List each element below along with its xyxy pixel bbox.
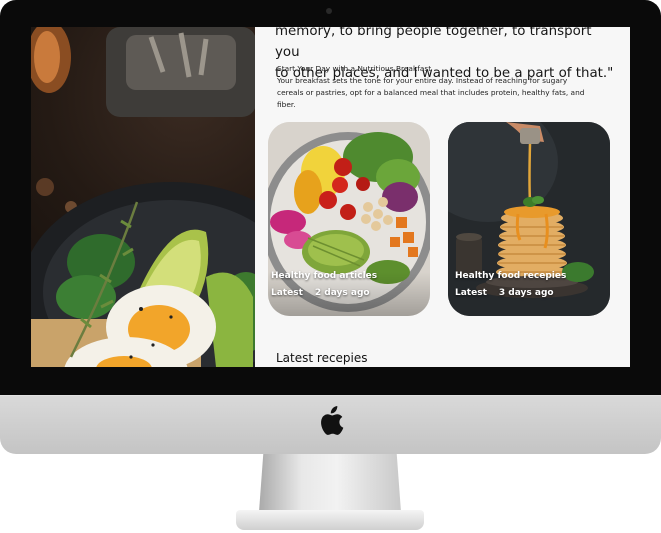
monitor-stand — [259, 454, 401, 512]
card-meta-time: 3 days ago — [498, 288, 554, 298]
card-healthy-food-articles[interactable]: Healthy food articles Latest 2 days ago — [268, 122, 430, 316]
card-meta-label: Latest — [271, 288, 303, 298]
apple-logo-icon — [321, 406, 344, 435]
avocado-egg-toast-image — [31, 27, 255, 367]
monitor-stand-base — [236, 510, 424, 530]
imac-device: memory, to bring people together, to tra… — [0, 0, 661, 533]
card-title: Healthy food recepies — [455, 271, 567, 281]
card-meta: Latest 3 days ago — [455, 288, 554, 298]
camera-dot — [326, 8, 332, 14]
card-meta-time: 2 days ago — [314, 288, 370, 298]
card-meta-label: Latest — [455, 288, 487, 298]
card-healthy-food-recepies[interactable]: Healthy food recepies Latest 3 days ago — [448, 122, 610, 316]
card-title: Healthy food articles — [271, 271, 378, 281]
monitor-screen: memory, to bring people together, to tra… — [31, 27, 630, 367]
hero-food-photo — [31, 27, 255, 367]
section-paragraph: Your breakfast sets the tone for your en… — [277, 76, 585, 109]
salad-bowl-image — [268, 122, 430, 316]
section-heading: Start Your Day with a Nutritious Breakfa… — [277, 64, 432, 73]
article-content: memory, to bring people together, to tra… — [255, 27, 630, 367]
pancake-stack-image — [448, 122, 610, 316]
card-meta: Latest 2 days ago — [271, 288, 370, 298]
latest-recepies-heading: Latest recepies — [276, 351, 368, 365]
monitor-bezel: memory, to bring people together, to tra… — [0, 0, 661, 395]
